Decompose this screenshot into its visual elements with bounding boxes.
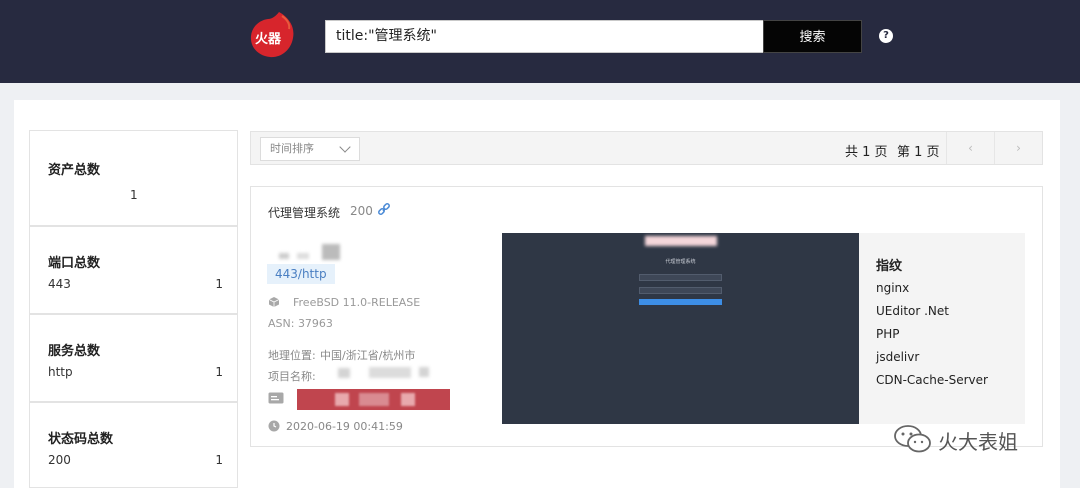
chevron-down-icon — [339, 141, 351, 153]
logo[interactable]: 火器 — [246, 10, 298, 62]
current-page: 第 1 页 — [897, 145, 940, 160]
stat-value: 1 — [215, 365, 223, 379]
redacted-field — [297, 389, 450, 410]
stat-box-ports: 端口总数 443 1 — [29, 226, 238, 314]
location-label: 地理位置: — [268, 349, 316, 362]
redacted-project — [369, 367, 411, 378]
stat-box-assets: 资产总数 1 — [29, 130, 238, 226]
fingerprint-panel: 指纹 nginx UEditor .Net PHP jsdelivr CDN-C… — [859, 233, 1025, 424]
cube-icon — [268, 297, 280, 307]
fingerprint-title: 指纹 — [876, 259, 903, 274]
sort-select-label: 时间排序 — [270, 142, 314, 155]
redacted-ip — [297, 253, 309, 259]
stat-row-service[interactable]: http 1 — [48, 365, 223, 379]
fingerprint-item[interactable]: PHP — [876, 327, 900, 341]
redacted-project — [338, 368, 350, 378]
stat-row-port[interactable]: 443 1 — [48, 277, 223, 291]
top-bar: 火器 title:"管理系统" 搜索 ? — [0, 0, 1080, 83]
stat-value: 1 — [215, 453, 223, 467]
stat-value: 1 — [215, 277, 223, 291]
clock-icon — [268, 420, 280, 432]
result-card: 代理管理系统 200 443/http FreeBSD 11.0-RELEASE… — [250, 186, 1043, 447]
preview-password-field — [639, 287, 722, 294]
redacted-field-patch — [401, 393, 415, 406]
wechat-icon — [894, 425, 931, 453]
project-label: 项目名称: — [268, 370, 316, 383]
help-circle-icon[interactable]: ? — [879, 29, 893, 43]
stat-label: 200 — [48, 453, 71, 467]
search-input[interactable]: title:"管理系统" — [325, 20, 764, 53]
preview-username-field — [639, 274, 722, 281]
fingerprint-item[interactable]: jsdelivr — [876, 350, 919, 364]
site-screenshot-preview[interactable]: 代理管理系统 — [502, 233, 859, 424]
result-title[interactable]: 代理管理系统 — [268, 204, 340, 221]
fingerprint-item[interactable]: nginx — [876, 281, 909, 295]
os-name: FreeBSD 11.0-RELEASE — [293, 296, 421, 309]
redacted-ip — [279, 253, 289, 259]
stat-value: 1 — [130, 188, 138, 202]
watermark-text: 火大表姐 — [938, 430, 1018, 454]
stat-label: http — [48, 365, 73, 379]
next-page-button[interactable]: › — [994, 132, 1042, 164]
id-card-icon — [268, 392, 284, 404]
redacted-project — [419, 367, 429, 377]
stat-box-services: 服务总数 http 1 — [29, 314, 238, 402]
logo-text: 火器 — [255, 32, 282, 47]
preview-title: 代理管理系统 — [665, 259, 696, 265]
stat-title: 服务总数 — [48, 344, 101, 359]
stat-row-status[interactable]: 200 1 — [48, 453, 223, 467]
redacted-field-patch — [335, 393, 349, 406]
timestamp: 2020-06-19 00:41:59 — [286, 420, 403, 433]
asn: ASN: 37963 — [268, 317, 333, 330]
redacted-ip — [322, 244, 340, 260]
results-toolbar: 时间排序 共 1 页 第 1 页 ‹ › — [250, 131, 1043, 165]
fingerprint-item[interactable]: UEditor .Net — [876, 304, 949, 318]
stat-title: 端口总数 — [48, 256, 101, 271]
status-code: 200 — [350, 204, 373, 218]
redacted-preview-header — [645, 236, 717, 246]
prev-page-button[interactable]: ‹ — [946, 132, 994, 164]
link-icon[interactable] — [377, 203, 391, 217]
port-tag[interactable]: 443/http — [267, 264, 335, 284]
preview-login-button — [639, 299, 722, 305]
sort-select[interactable]: 时间排序 — [260, 137, 360, 161]
redacted-field-patch — [359, 393, 389, 406]
stats-sidebar: 资产总数 1 端口总数 443 1 服务总数 http 1 状态码总数 200 … — [29, 130, 238, 488]
stat-title: 资产总数 — [48, 163, 101, 178]
total-pages: 共 1 页 — [845, 145, 888, 160]
location-value[interactable]: 中国/浙江省/杭州市 — [320, 347, 415, 363]
fingerprint-item[interactable]: CDN-Cache-Server — [876, 373, 988, 387]
stat-box-status-codes: 状态码总数 200 1 — [29, 402, 238, 488]
stat-title: 状态码总数 — [48, 432, 114, 447]
search-button[interactable]: 搜索 — [763, 20, 862, 53]
stat-label: 443 — [48, 277, 71, 291]
